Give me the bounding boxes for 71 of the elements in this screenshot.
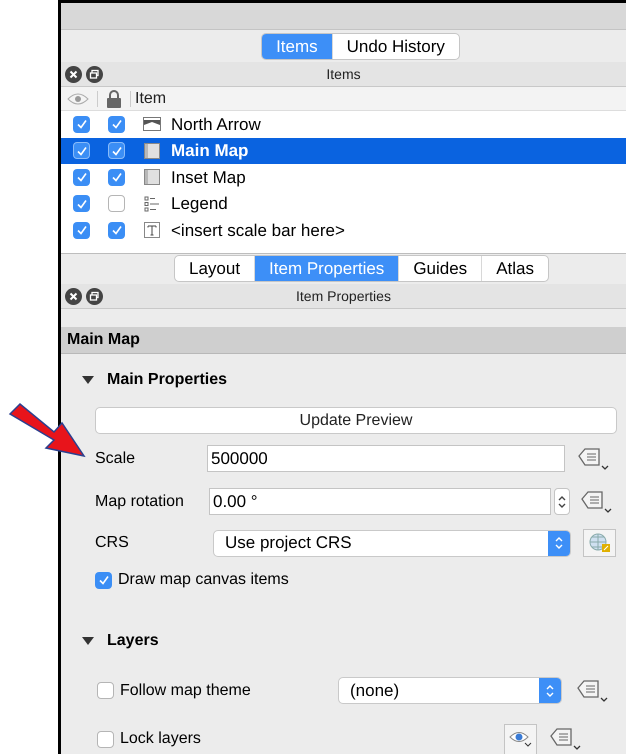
close-icon[interactable]	[65, 288, 82, 305]
layer-visibility-button[interactable]	[504, 724, 537, 754]
field-label: Scale	[95, 448, 136, 468]
data-defined-icon[interactable]	[577, 446, 611, 472]
lock-icon	[106, 90, 122, 108]
expanded-triangle-icon	[81, 636, 95, 646]
section-header[interactable]: Layers	[61, 629, 626, 653]
checkbox[interactable]	[95, 572, 112, 588]
expanded-triangle-icon	[81, 375, 95, 385]
data-defined-icon[interactable]	[549, 726, 583, 752]
checkbox-label: Draw map canvas items	[118, 570, 289, 590]
float-icon[interactable]	[86, 288, 103, 305]
close-icon[interactable]	[65, 66, 82, 83]
checkmark-icon	[76, 224, 88, 236]
tab[interactable]: Undo History	[332, 34, 459, 59]
list-row[interactable]: Legend	[61, 190, 626, 218]
section-header[interactable]: Main Properties	[61, 368, 626, 392]
checkmark-icon	[76, 144, 88, 157]
legend-icon	[144, 196, 160, 212]
list-row[interactable]: North Arrow	[61, 111, 626, 138]
panel-title: Items	[325, 64, 362, 84]
map-frame-icon	[144, 169, 160, 186]
eye-icon	[508, 730, 532, 748]
field-label: Map rotation	[95, 492, 185, 512]
checkbox[interactable]	[97, 682, 114, 699]
globe-icon	[588, 533, 611, 553]
data-defined-icon[interactable]	[576, 678, 610, 704]
checkbox-label[interactable]: Lock layers	[120, 727, 504, 751]
map-frame-icon	[144, 142, 160, 159]
rotation-field[interactable]: 0.00 °	[209, 488, 551, 515]
theme-dropdown[interactable]: (none)	[338, 677, 562, 704]
checkmark-icon	[76, 171, 88, 184]
checkbox[interactable]	[73, 168, 90, 186]
tab[interactable]: Atlas	[481, 256, 548, 282]
spin-control[interactable]	[554, 488, 570, 515]
item-title: Main Map	[61, 327, 626, 354]
tab[interactable]: Layout	[175, 256, 254, 282]
field-label: CRS	[95, 533, 130, 553]
list-row[interactable]: Inset Map	[61, 164, 626, 191]
up-down-arrows-icon	[545, 682, 555, 698]
up-down-arrows-icon	[557, 494, 567, 510]
checkmark-icon	[76, 198, 88, 210]
tab[interactable]: Guides	[398, 256, 482, 282]
scale-field[interactable]: 500000	[207, 445, 565, 472]
checkbox[interactable]	[73, 222, 90, 239]
checkbox[interactable]	[108, 222, 125, 239]
checkbox[interactable]	[73, 195, 90, 212]
update-preview-button[interactable]: Update Preview	[95, 407, 617, 434]
checkbox[interactable]	[108, 195, 125, 212]
checkbox-label[interactable]: Follow map theme	[120, 678, 338, 702]
column-header: Item	[135, 88, 166, 109]
checkbox[interactable]	[97, 730, 114, 748]
checkmark-icon	[110, 171, 122, 184]
checkbox[interactable]	[108, 116, 125, 133]
panel-title: Item Properties	[295, 286, 392, 306]
list-row[interactable]: <insert scale bar here>	[61, 217, 626, 244]
text-label-icon	[144, 222, 160, 238]
float-icon[interactable]	[86, 66, 103, 83]
picture-icon	[143, 117, 161, 132]
checkmark-icon	[76, 118, 88, 130]
checkmark-icon	[110, 118, 122, 130]
checkmark-icon	[98, 574, 110, 586]
crs-dropdown[interactable]: Use project CRS	[213, 530, 572, 556]
up-down-arrows-icon	[554, 535, 564, 551]
eye-icon	[67, 92, 89, 106]
checkbox[interactable]	[108, 168, 125, 186]
checkmark-icon	[110, 224, 122, 236]
checkbox[interactable]	[73, 116, 90, 133]
checkmark-icon	[110, 144, 122, 157]
data-defined-icon[interactable]	[580, 488, 614, 514]
crs-select-button[interactable]	[583, 529, 616, 557]
